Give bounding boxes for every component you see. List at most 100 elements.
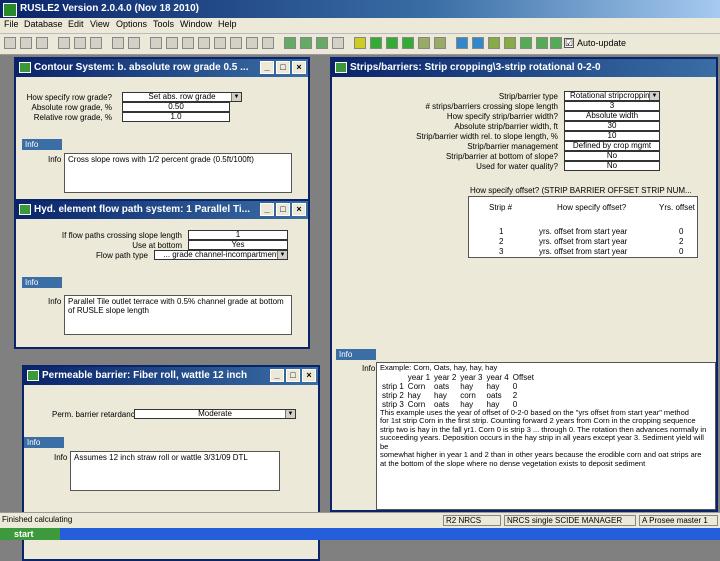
strip-management-label: Strip/barrier management xyxy=(467,142,558,151)
list-icon[interactable] xyxy=(262,37,274,49)
table-icon[interactable] xyxy=(246,37,258,49)
management-icon[interactable] xyxy=(284,37,296,49)
hill-icon[interactable] xyxy=(550,37,562,49)
strip-type-select[interactable]: Rotational stripcropping ▼ xyxy=(564,91,660,101)
grid-yrs-cell[interactable]: 0 xyxy=(679,247,683,256)
contour-window-icon xyxy=(19,62,31,73)
minimize-button[interactable]: _ xyxy=(270,369,284,382)
worksheet-icon[interactable] xyxy=(182,37,194,49)
print-icon[interactable] xyxy=(20,37,32,49)
residue-icon[interactable] xyxy=(332,37,344,49)
terrain-icon[interactable] xyxy=(418,37,430,49)
chevron-down-icon[interactable]: ▼ xyxy=(231,93,241,101)
grid-strip-cell: 2 xyxy=(499,237,504,246)
status-pane-master: A Prosee master 1 xyxy=(639,515,718,526)
save-icon[interactable] xyxy=(4,37,16,49)
field-icon[interactable] xyxy=(434,37,446,49)
crop-icon[interactable] xyxy=(536,37,548,49)
maximize-button[interactable]: □ xyxy=(276,61,290,74)
app-title-bar[interactable]: RUSLE2 Version 2.0.4.0 (Nov 18 2010) xyxy=(0,0,720,18)
strips-title-bar[interactable]: Strips/barriers: Strip cropping\3-strip … xyxy=(332,59,716,77)
redo-icon[interactable] xyxy=(128,37,140,49)
perm-title-bar[interactable]: Permeable barrier: Fiber roll, wattle 12… xyxy=(24,367,318,385)
strips-info-tab[interactable]: Info xyxy=(336,349,376,360)
relative-grade-field[interactable]: 1.0 xyxy=(122,112,230,122)
grid-yrs-cell[interactable]: 0 xyxy=(679,227,683,236)
close-button[interactable]: × xyxy=(302,369,316,382)
absolute-width-field[interactable]: 30 xyxy=(564,121,660,131)
absolute-grade-label: Absolute row grade, % xyxy=(31,103,113,112)
num-strips-field[interactable]: 3 xyxy=(564,101,660,111)
maximize-button[interactable]: □ xyxy=(286,369,300,382)
plant-icon[interactable] xyxy=(402,37,414,49)
grid-how-cell[interactable]: yrs. offset from start year xyxy=(539,237,627,246)
fence-icon[interactable] xyxy=(504,37,516,49)
minimize-button[interactable]: _ xyxy=(260,203,274,216)
hyd-info-tab[interactable]: Info xyxy=(22,277,62,288)
relative-width-field[interactable]: 10 xyxy=(564,131,660,141)
relative-grade-label: Relative row grade, % xyxy=(33,113,112,122)
soil-icon[interactable] xyxy=(230,37,242,49)
operation-icon[interactable] xyxy=(316,37,328,49)
offset-grid: Strip # How specify offset? Yrs. offset … xyxy=(468,196,698,258)
row-grade-method-select[interactable]: Set abs. row grade ▼ xyxy=(122,92,242,102)
strip-at-bottom-field[interactable]: No xyxy=(564,151,660,161)
slope-icon[interactable] xyxy=(166,37,178,49)
water-quality-field[interactable]: No xyxy=(564,161,660,171)
chevron-down-icon[interactable]: ▼ xyxy=(285,410,295,418)
plan-icon[interactable] xyxy=(198,37,210,49)
climate-icon[interactable] xyxy=(214,37,226,49)
vegetation-icon[interactable] xyxy=(300,37,312,49)
menu-view[interactable]: View xyxy=(90,19,109,29)
menu-edit[interactable]: Edit xyxy=(68,19,84,29)
app-title: RUSLE2 Version 2.0.4.0 (Nov 18 2010) xyxy=(20,3,199,14)
close-button[interactable]: × xyxy=(292,203,306,216)
flow-paths-field[interactable]: 1 xyxy=(188,230,288,240)
grid-how-cell[interactable]: yrs. offset from start year xyxy=(539,227,627,236)
menu-tools[interactable]: Tools xyxy=(153,19,174,29)
hyd-title-bar[interactable]: Hyd. element flow path system: 1 Paralle… xyxy=(16,201,308,219)
menu-file[interactable]: File xyxy=(4,19,19,29)
hyd-element-window: Hyd. element flow path system: 1 Paralle… xyxy=(14,199,310,349)
grid-how-cell[interactable]: yrs. offset from start year xyxy=(539,247,627,256)
use-at-bottom-field[interactable]: Yes xyxy=(188,240,288,250)
close-button[interactable]: × xyxy=(292,61,306,74)
menu-window[interactable]: Window xyxy=(180,19,212,29)
undo-icon[interactable] xyxy=(112,37,124,49)
width-method-field[interactable]: Absolute width xyxy=(564,111,660,121)
preview-icon[interactable] xyxy=(36,37,48,49)
flow-path-type-select[interactable]: ... grade channel-incompartment ▼ xyxy=(154,250,288,260)
perm-window-icon xyxy=(27,370,39,381)
absolute-grade-field[interactable]: 0.50 xyxy=(122,102,230,112)
start-button[interactable]: start xyxy=(0,528,60,540)
contour-icon[interactable] xyxy=(370,37,382,49)
menu-help[interactable]: Help xyxy=(218,19,237,29)
strips-icon[interactable] xyxy=(354,37,366,49)
autoupdate-checkbox[interactable]: ☑ xyxy=(564,38,574,48)
chevron-down-icon[interactable]: ▼ xyxy=(649,92,659,100)
contour-info-text[interactable]: Cross slope rows with 1/2 percent grade … xyxy=(64,153,292,193)
strips-info-text[interactable]: Example: Corn, Oats, hay, hay, hay year … xyxy=(376,362,716,510)
perm-info-text[interactable]: Assumes 12 inch straw roll or wattle 3/3… xyxy=(70,451,280,491)
copy-icon[interactable] xyxy=(74,37,86,49)
maximize-button[interactable]: □ xyxy=(276,203,290,216)
menu-database[interactable]: Database xyxy=(24,19,63,29)
water-icon[interactable] xyxy=(456,37,468,49)
menu-options[interactable]: Options xyxy=(116,19,147,29)
profile-icon[interactable] xyxy=(150,37,162,49)
contour-info-tab[interactable]: Info xyxy=(22,139,62,150)
minimize-button[interactable]: _ xyxy=(260,61,274,74)
hyd-info-text[interactable]: Parallel Tile outlet terrace with 0.5% c… xyxy=(64,295,292,335)
grid-yrs-cell[interactable]: 2 xyxy=(679,237,683,246)
cut-icon[interactable] xyxy=(58,37,70,49)
drainage-icon[interactable] xyxy=(472,37,484,49)
chevron-down-icon[interactable]: ▼ xyxy=(277,251,287,259)
strip-management-field[interactable]: Defined by crop mgmt xyxy=(564,141,660,151)
paste-icon[interactable] xyxy=(90,37,102,49)
contour-title-bar[interactable]: Contour System: b. absolute row grade 0.… xyxy=(16,59,308,77)
barrier-icon[interactable] xyxy=(488,37,500,49)
perm-info-tab[interactable]: Info xyxy=(24,437,64,448)
grass-icon[interactable] xyxy=(520,37,532,49)
tree-icon[interactable] xyxy=(386,37,398,49)
retardance-class-select[interactable]: Moderate ▼ xyxy=(134,409,296,419)
